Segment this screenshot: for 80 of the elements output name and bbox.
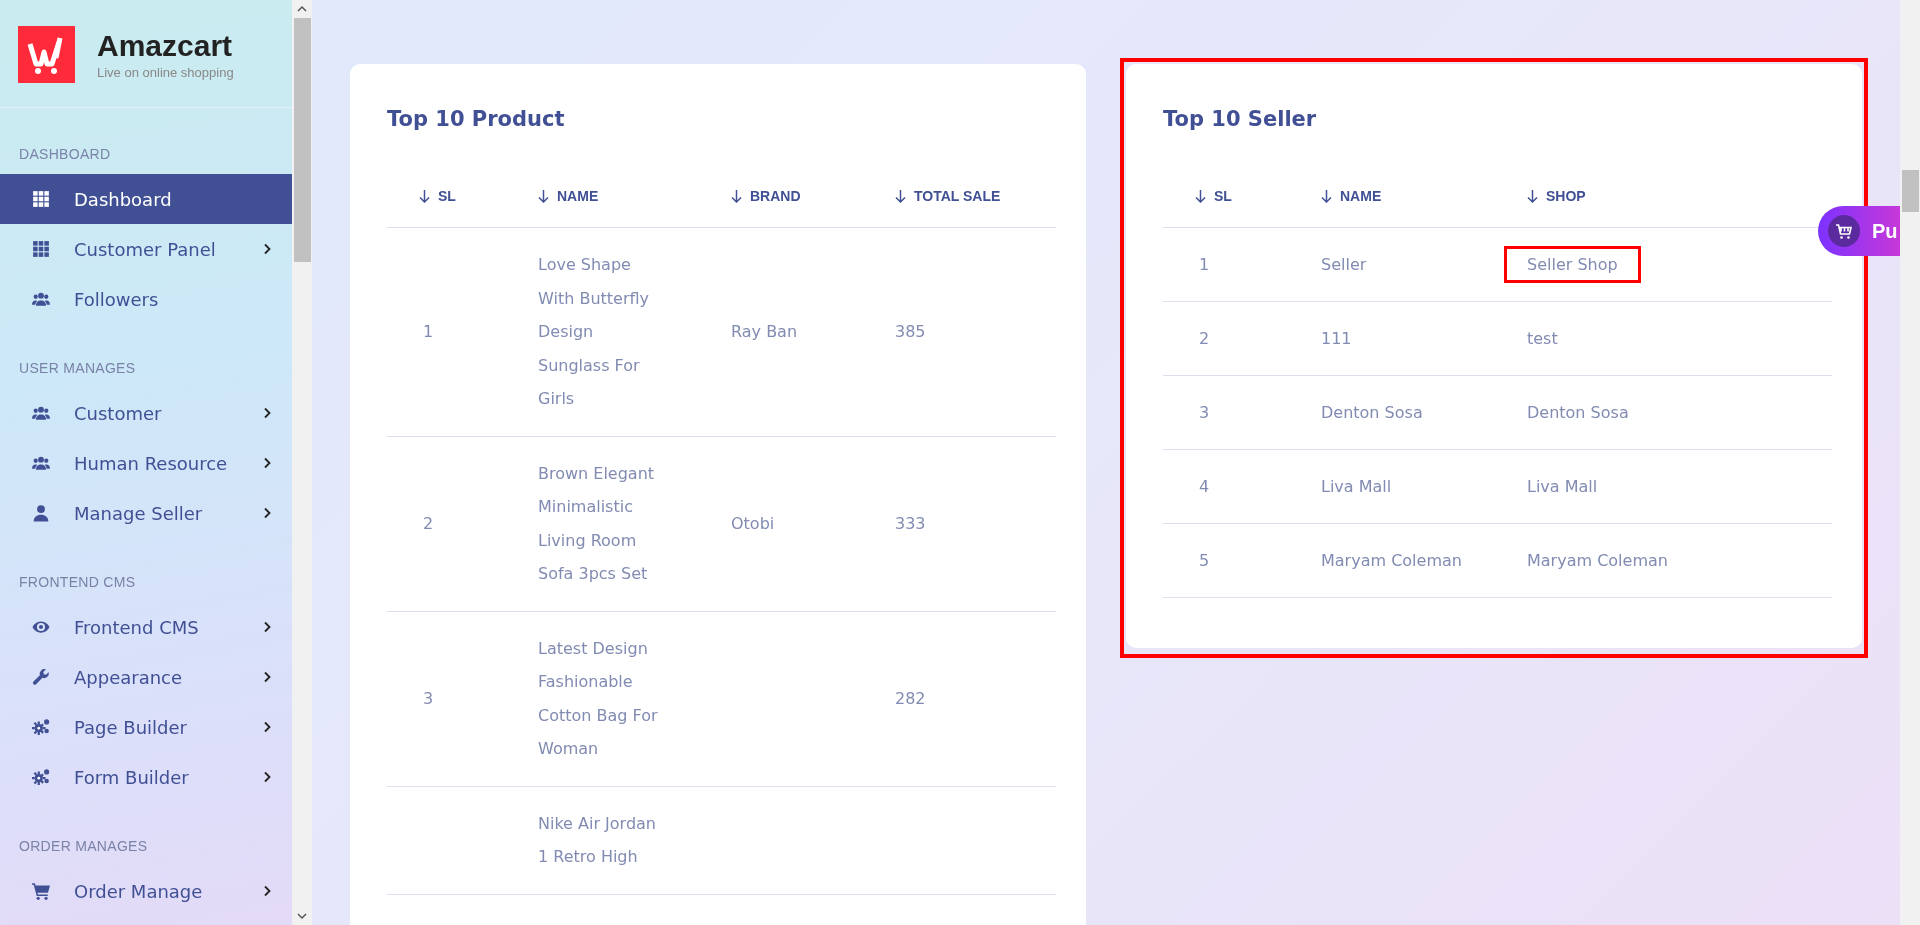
sort-arrow-icon xyxy=(419,189,430,203)
sidebar-item[interactable]: Customer Panel xyxy=(0,224,292,274)
sidebar-item[interactable]: Appearance xyxy=(0,652,292,702)
column-header[interactable]: NAME xyxy=(1321,188,1382,204)
sort-arrow-icon xyxy=(1321,189,1332,203)
table-cell: Liva Mall xyxy=(1321,477,1392,496)
section-heading: USER MANAGES xyxy=(18,359,137,378)
card-title: Top 10 Seller xyxy=(1163,107,1318,131)
table-cell-text: Nike Air Jordan 1 Retro High xyxy=(538,812,657,868)
sidebar-item[interactable]: Form Builder xyxy=(0,752,292,802)
column-header[interactable]: SL xyxy=(1195,188,1232,204)
sort-arrow-icon xyxy=(731,189,742,203)
table-cell: 2 xyxy=(423,514,434,533)
table-cell-text: Latest Design Fashionable Cotton Bag For Woman xyxy=(538,637,659,760)
table-cell: 3 xyxy=(423,689,434,708)
table-cell-text: Brown Elegant Minimalistic Living Room Sofa 3pcs Set xyxy=(538,462,656,585)
brand-name: Amazcart xyxy=(97,29,234,63)
sidebar-item[interactable]: Page Builder xyxy=(0,702,292,752)
users-icon xyxy=(32,290,50,308)
table-cell: Denton Sosa xyxy=(1527,403,1629,422)
column-header[interactable]: TOTAL SALE xyxy=(895,188,1001,204)
sidebar-item[interactable]: Dashboard xyxy=(0,174,292,224)
column-header[interactable]: SHOP xyxy=(1527,188,1586,204)
table-cell: 2 xyxy=(1199,329,1210,348)
grid-icon xyxy=(32,190,50,208)
gears-icon xyxy=(32,718,50,736)
table-cell: Maryam Coleman xyxy=(1527,551,1668,570)
users-icon xyxy=(32,404,50,422)
section-heading: ORDER MANAGES xyxy=(18,837,149,856)
table-cell: test xyxy=(1527,329,1558,348)
table-cell: 1 xyxy=(423,322,434,342)
table-cell: 385 xyxy=(895,322,926,342)
table-cell: 5 xyxy=(1199,551,1210,570)
eye-icon xyxy=(32,618,50,636)
table-cell: 1 xyxy=(1199,255,1210,274)
sort-arrow-icon xyxy=(895,189,906,203)
page-scrollbar[interactable] xyxy=(1900,0,1920,925)
sidebar-item[interactable]: Followers xyxy=(0,274,292,324)
sort-arrow-icon xyxy=(1195,189,1206,203)
brand-tagline: Live on online shopping xyxy=(97,65,234,80)
sidebar-item[interactable]: Customer xyxy=(0,388,292,438)
table-cell: 282 xyxy=(895,689,926,708)
cart-icon xyxy=(1828,215,1860,247)
logo-icon xyxy=(18,26,75,83)
scrollbar-thumb[interactable] xyxy=(1902,170,1919,212)
gears-icon xyxy=(32,768,50,786)
sort-arrow-icon xyxy=(538,189,549,203)
scroll-up-icon[interactable] xyxy=(297,5,307,13)
users-icon xyxy=(32,454,50,472)
column-header[interactable]: SL xyxy=(419,188,456,204)
table-cell: Ray Ban xyxy=(731,322,798,342)
table-cell: Maryam Coleman xyxy=(1321,551,1462,570)
grid-icon xyxy=(32,240,50,258)
table-cell: Otobi xyxy=(731,514,775,533)
table-cell: Liva Mall xyxy=(1527,477,1598,496)
scroll-down-icon[interactable] xyxy=(297,912,307,920)
table-cell: Denton Sosa xyxy=(1321,403,1423,422)
table-cell: 3 xyxy=(1199,403,1210,422)
sidebar-item[interactable]: Frontend CMS xyxy=(0,602,292,652)
wrench-icon xyxy=(32,668,50,686)
table-cell-text: Love Shape With Butterfly Design Sunglass For Girls xyxy=(538,254,651,410)
sidebar-scrollbar[interactable] xyxy=(292,0,312,925)
sidebar-item[interactable]: Order Manage xyxy=(0,866,292,916)
table-cell: Seller xyxy=(1321,255,1367,274)
column-header[interactable]: NAME xyxy=(538,188,599,204)
card-title: Top 10 Product xyxy=(387,107,566,131)
sort-arrow-icon xyxy=(1527,189,1538,203)
table-cell: 333 xyxy=(895,514,926,533)
scrollbar-thumb[interactable] xyxy=(293,18,311,262)
column-header[interactable]: BRAND xyxy=(731,188,801,204)
sidebar-item[interactable]: Human Resource xyxy=(0,438,292,488)
table-cell: 4 xyxy=(1199,477,1210,496)
user-icon xyxy=(32,504,50,522)
cart-icon xyxy=(32,882,50,900)
section-heading: FRONTEND CMS xyxy=(18,573,137,592)
section-heading: DASHBOARD xyxy=(18,145,112,164)
floating-button[interactable]: Pu xyxy=(1818,206,1900,256)
table-cell: Seller Shop xyxy=(1504,246,1641,283)
sidebar-item[interactable]: Manage Seller xyxy=(0,488,292,538)
table-cell: 111 xyxy=(1321,329,1352,348)
